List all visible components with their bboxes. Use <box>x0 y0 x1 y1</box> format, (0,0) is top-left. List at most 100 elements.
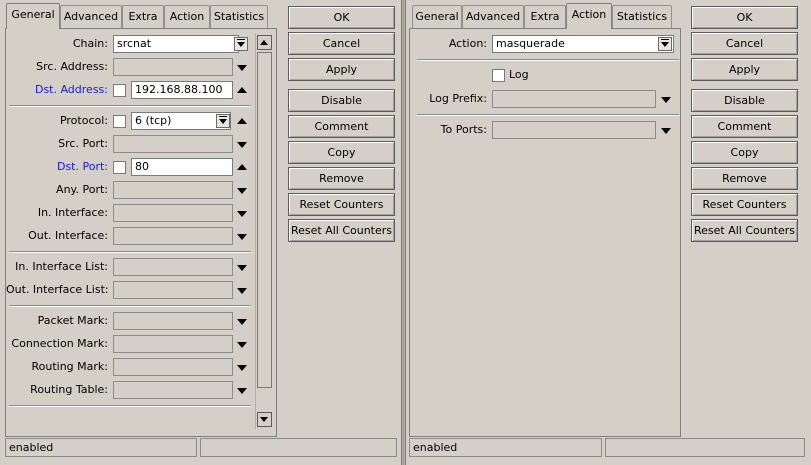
out-interface-list-label: Out. Interface List: <box>6 283 109 296</box>
status-secondary <box>605 438 805 457</box>
separator <box>9 105 251 107</box>
reset-all-counters-button[interactable]: Reset All Counters <box>691 219 798 242</box>
cancel-button[interactable]: Cancel <box>691 32 798 55</box>
in-interface-list-field[interactable] <box>113 258 233 276</box>
protocol-collapse-icon[interactable] <box>237 118 247 124</box>
src-address-label: Src. Address: <box>36 60 108 73</box>
connection-mark-expand-icon[interactable] <box>237 342 247 348</box>
connection-mark-label: Connection Mark: <box>11 337 108 350</box>
reset-all-counters-button[interactable]: Reset All Counters <box>288 219 395 242</box>
apply-button[interactable]: Apply <box>691 58 798 81</box>
in-interface-list-label: In. Interface List: <box>15 260 108 273</box>
log-prefix-field[interactable] <box>492 90 656 108</box>
tab-action[interactable]: Action <box>566 3 612 29</box>
scroll-thumb[interactable] <box>257 52 272 388</box>
apply-button[interactable]: Apply <box>288 58 395 81</box>
comment-button[interactable]: Comment <box>691 115 798 138</box>
cancel-button[interactable]: Cancel <box>288 32 395 55</box>
to-ports-field[interactable] <box>492 121 656 139</box>
in-interface-list-expand-icon[interactable] <box>237 265 247 271</box>
out-interface-list-expand-icon[interactable] <box>237 288 247 294</box>
disable-button[interactable]: Disable <box>691 89 798 112</box>
separator <box>9 251 251 253</box>
chain-field[interactable]: srcnat <box>113 35 239 53</box>
tab-extra[interactable]: Extra <box>524 5 566 28</box>
action-field[interactable]: masquerade <box>492 35 674 53</box>
to-ports-dropdown-icon[interactable] <box>661 128 671 134</box>
routing-mark-expand-icon[interactable] <box>237 365 247 371</box>
nat-rule-window-action: General Advanced Extra Action Statistics… <box>405 0 811 465</box>
status-secondary <box>200 438 397 457</box>
action-dropdown-icon[interactable] <box>658 37 672 51</box>
disable-button[interactable]: Disable <box>288 89 395 112</box>
routing-mark-label: Routing Mark: <box>31 360 108 373</box>
dst-port-field[interactable]: 80 <box>131 158 233 176</box>
tab-extra[interactable]: Extra <box>122 5 164 28</box>
any-port-label: Any. Port: <box>56 183 108 196</box>
out-interface-list-field[interactable] <box>113 281 233 299</box>
log-checkbox[interactable] <box>492 69 505 82</box>
any-port-field[interactable] <box>113 181 233 199</box>
ok-button[interactable]: OK <box>691 6 798 29</box>
scroll-up-icon[interactable] <box>257 35 272 50</box>
src-port-expand-icon[interactable] <box>237 142 247 148</box>
src-address-field[interactable] <box>113 58 233 76</box>
tab-action[interactable]: Action <box>164 5 210 28</box>
protocol-label: Protocol: <box>59 114 108 127</box>
separator <box>9 405 251 407</box>
status-text: enabled <box>5 438 197 457</box>
dst-address-label: Dst. Address: <box>34 83 108 96</box>
routing-table-expand-icon[interactable] <box>237 388 247 394</box>
copy-button[interactable]: Copy <box>691 141 798 164</box>
status-text: enabled <box>409 438 602 457</box>
chain-dropdown-icon[interactable] <box>234 37 248 51</box>
tab-statistics[interactable]: Statistics <box>210 5 268 28</box>
in-interface-field[interactable] <box>113 204 233 222</box>
dst-address-negate-checkbox[interactable] <box>113 84 126 97</box>
dst-port-negate-checkbox[interactable] <box>113 161 126 174</box>
src-port-label: Src. Port: <box>58 137 108 150</box>
dst-address-field[interactable]: 192.168.88.100 <box>131 81 233 99</box>
separator <box>9 305 251 307</box>
in-interface-expand-icon[interactable] <box>237 211 247 217</box>
remove-button[interactable]: Remove <box>288 167 395 190</box>
routing-table-label: Routing Table: <box>30 383 108 396</box>
out-interface-expand-icon[interactable] <box>237 234 247 240</box>
dst-port-collapse-icon[interactable] <box>237 164 247 170</box>
reset-counters-button[interactable]: Reset Counters <box>691 193 798 216</box>
remove-button[interactable]: Remove <box>691 167 798 190</box>
any-port-expand-icon[interactable] <box>237 188 247 194</box>
tab-general[interactable]: General <box>6 3 60 29</box>
in-interface-label: In. Interface: <box>37 206 108 219</box>
tab-advanced[interactable]: Advanced <box>60 5 122 28</box>
connection-mark-field[interactable] <box>113 335 233 353</box>
action-panel: Action: masquerade Log Log Prefix: To Po… <box>409 28 681 437</box>
src-port-field[interactable] <box>113 135 233 153</box>
dst-address-collapse-icon[interactable] <box>237 87 247 93</box>
packet-mark-expand-icon[interactable] <box>237 319 247 325</box>
log-prefix-dropdown-icon[interactable] <box>661 97 671 103</box>
protocol-negate-checkbox[interactable] <box>113 115 126 128</box>
packet-mark-field[interactable] <box>113 312 233 330</box>
to-ports-label: To Ports: <box>440 123 487 136</box>
reset-counters-button[interactable]: Reset Counters <box>288 193 395 216</box>
nat-rule-window-general: General Advanced Extra Action Statistics… <box>0 0 402 465</box>
scroll-down-icon[interactable] <box>257 412 272 427</box>
tab-advanced[interactable]: Advanced <box>462 5 524 28</box>
separator <box>417 59 679 61</box>
routing-table-field[interactable] <box>113 381 233 399</box>
comment-button[interactable]: Comment <box>288 115 395 138</box>
src-address-expand-icon[interactable] <box>237 65 247 71</box>
tab-statistics[interactable]: Statistics <box>612 5 672 28</box>
separator <box>417 114 679 116</box>
general-panel: Chain: srcnat Src. Address: Dst. Address… <box>5 28 277 437</box>
chain-label: Chain: <box>72 37 108 50</box>
tab-general[interactable]: General <box>412 5 462 28</box>
vertical-scrollbar[interactable] <box>255 33 273 429</box>
packet-mark-label: Packet Mark: <box>37 314 108 327</box>
out-interface-field[interactable] <box>113 227 233 245</box>
copy-button[interactable]: Copy <box>288 141 395 164</box>
ok-button[interactable]: OK <box>288 6 395 29</box>
protocol-dropdown-icon[interactable] <box>216 114 230 128</box>
routing-mark-field[interactable] <box>113 358 233 376</box>
